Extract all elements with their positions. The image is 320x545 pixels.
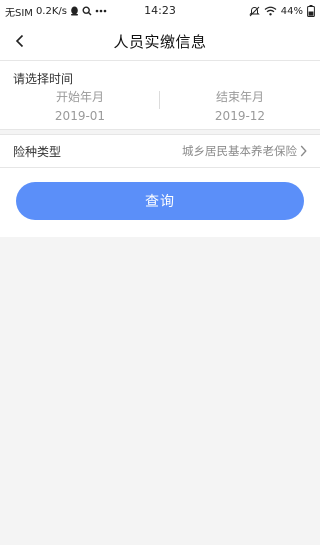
start-month-value: 2019-01 (54, 109, 106, 123)
end-month-caption: 结束年月 (215, 90, 264, 104)
query-button[interactable]: 查询 (16, 182, 304, 220)
start-month-picker[interactable]: 开始年月 2019-01 (0, 89, 160, 129)
start-month-caption: 开始年月 (55, 90, 104, 104)
date-range-row: 开始年月 2019-01 结束年月 2019-12 (0, 89, 320, 129)
time-section-label: 请选择时间 (13, 72, 74, 86)
end-month-value: 2019-12 (214, 109, 266, 123)
status-bar: 无SIM 0.2K/s 14:23 44% (0, 0, 320, 22)
insurance-type-value: 城乡居民基本养老保险 (182, 144, 297, 158)
end-month-picker[interactable]: 结束年月 2019-12 (160, 89, 320, 129)
query-button-wrap: 查询 (0, 167, 320, 237)
insurance-type-row[interactable]: 险种类型 城乡居民基本养老保险 (0, 135, 320, 167)
chevron-left-icon (15, 34, 25, 48)
date-separator (159, 91, 160, 109)
back-button[interactable] (8, 29, 32, 53)
chevron-right-icon (300, 145, 307, 157)
insurance-type-label: 险种类型 (13, 144, 62, 159)
status-time: 14:23 (144, 4, 176, 17)
top-area: 无SIM 0.2K/s 14:23 44% 人员实缴信息 请选择时间 开始年月 … (0, 0, 320, 237)
page-title: 人员实缴信息 (113, 32, 207, 51)
nav-bar: 人员实缴信息 (0, 22, 320, 60)
